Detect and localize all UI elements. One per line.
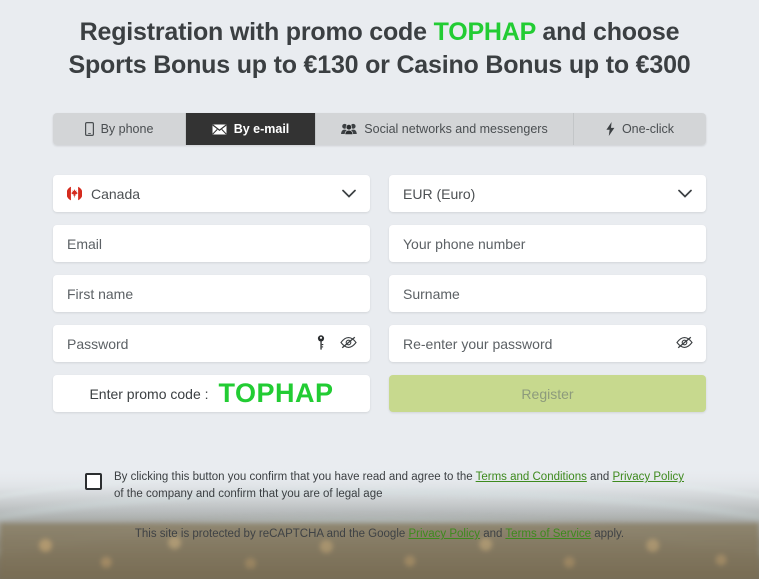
form-row-name: First name Surname <box>53 275 706 312</box>
currency-select[interactable]: EUR (Euro) <box>389 175 706 212</box>
promo-code-value: TOPHAP <box>218 378 334 408</box>
surname-field[interactable]: Surname <box>389 275 706 312</box>
promo-code-label: Enter promo code : <box>89 385 209 402</box>
consent-text-part-3: of the company and confirm that you are … <box>114 488 383 500</box>
google-privacy-policy-link[interactable]: Privacy Policy <box>408 528 480 540</box>
tab-social-networks[interactable]: Social networks and messengers <box>316 113 574 145</box>
country-select[interactable]: Canada <box>53 175 370 212</box>
eye-slash-icon[interactable] <box>676 336 693 352</box>
password-repeat-field-placeholder: Re-enter your password <box>403 335 553 352</box>
promo-code-field[interactable]: Enter promo code : TOPHAP <box>53 375 370 412</box>
tab-one-click-label: One-click <box>621 122 675 136</box>
tab-social-networks-label: Social networks and messengers <box>364 122 548 136</box>
surname-field-placeholder: Surname <box>403 285 460 302</box>
email-field-placeholder: Email <box>67 235 103 252</box>
page-title-promo-code: TOPHAP <box>433 18 536 46</box>
lightning-bolt-icon <box>606 122 615 136</box>
page-title-line-1: Registration with promo code TOPHAP and … <box>0 16 759 49</box>
recaptcha-text-part-1: This site is protected by reCAPTCHA and … <box>134 528 409 540</box>
password-repeat-field-icons <box>676 336 693 352</box>
page-title-text-after: and choose <box>535 18 680 46</box>
registration-form: Canada EUR (Euro) Email Your phone numbe… <box>53 175 706 425</box>
eye-slash-icon[interactable] <box>340 336 357 352</box>
consent-text-part-1: By clicking this button you confirm that… <box>114 471 476 483</box>
recaptcha-text-part-3: apply. <box>591 528 625 540</box>
tab-by-email-label: By e-mail <box>233 122 290 136</box>
google-terms-of-service-link[interactable]: Terms of Service <box>505 528 591 540</box>
recaptcha-notice: This site is protected by reCAPTCHA and … <box>0 526 759 543</box>
password-field-icons <box>317 334 357 353</box>
terms-checkbox[interactable] <box>85 473 102 490</box>
phone-field-placeholder: Your phone number <box>403 235 526 252</box>
privacy-policy-link[interactable]: Privacy Policy <box>612 471 684 483</box>
form-row-contact: Email Your phone number <box>53 225 706 262</box>
canada-flag-icon <box>67 186 82 201</box>
register-button[interactable]: Register <box>389 375 706 412</box>
consent-row: By clicking this button you confirm that… <box>85 467 685 503</box>
chevron-down-icon <box>342 189 356 198</box>
tab-by-email[interactable]: By e-mail <box>186 113 316 145</box>
tab-by-phone-label: By phone <box>100 122 154 136</box>
tab-one-click[interactable]: One-click <box>574 113 706 145</box>
first-name-field-placeholder: First name <box>67 285 134 302</box>
form-row-password: Password Re-enter your password <box>53 325 706 362</box>
phone-field[interactable]: Your phone number <box>389 225 706 262</box>
country-select-value: Canada <box>91 185 141 202</box>
password-field-placeholder: Password <box>67 335 129 352</box>
registration-page: Registration with promo code TOPHAP and … <box>0 0 759 579</box>
registration-method-tabs: By phone By e-mail Social networks and m… <box>53 113 706 145</box>
consent-text-part-2: and <box>586 471 613 483</box>
form-row-locale: Canada EUR (Euro) <box>53 175 706 212</box>
form-row-promo-submit: Enter promo code : TOPHAP Register <box>53 375 706 412</box>
currency-select-value: EUR (Euro) <box>403 185 476 202</box>
terms-and-conditions-link[interactable]: Terms and Conditions <box>476 471 587 483</box>
page-title-line-2: Sports Bonus up to €130 or Casino Bonus … <box>68 51 691 79</box>
key-icon[interactable] <box>317 334 325 353</box>
password-field[interactable]: Password <box>53 325 370 362</box>
envelope-icon <box>212 124 227 135</box>
consent-text: By clicking this button you confirm that… <box>114 467 685 503</box>
first-name-field[interactable]: First name <box>53 275 370 312</box>
tab-by-phone[interactable]: By phone <box>53 113 186 145</box>
people-group-icon <box>341 123 358 135</box>
mobile-phone-icon <box>84 122 94 136</box>
chevron-down-icon <box>678 189 692 198</box>
page-title-text-before: Registration with promo code <box>79 18 434 46</box>
password-repeat-field[interactable]: Re-enter your password <box>389 325 706 362</box>
page-title: Registration with promo code TOPHAP and … <box>0 16 759 82</box>
recaptcha-text-part-2: and <box>480 528 506 540</box>
email-field[interactable]: Email <box>53 225 370 262</box>
